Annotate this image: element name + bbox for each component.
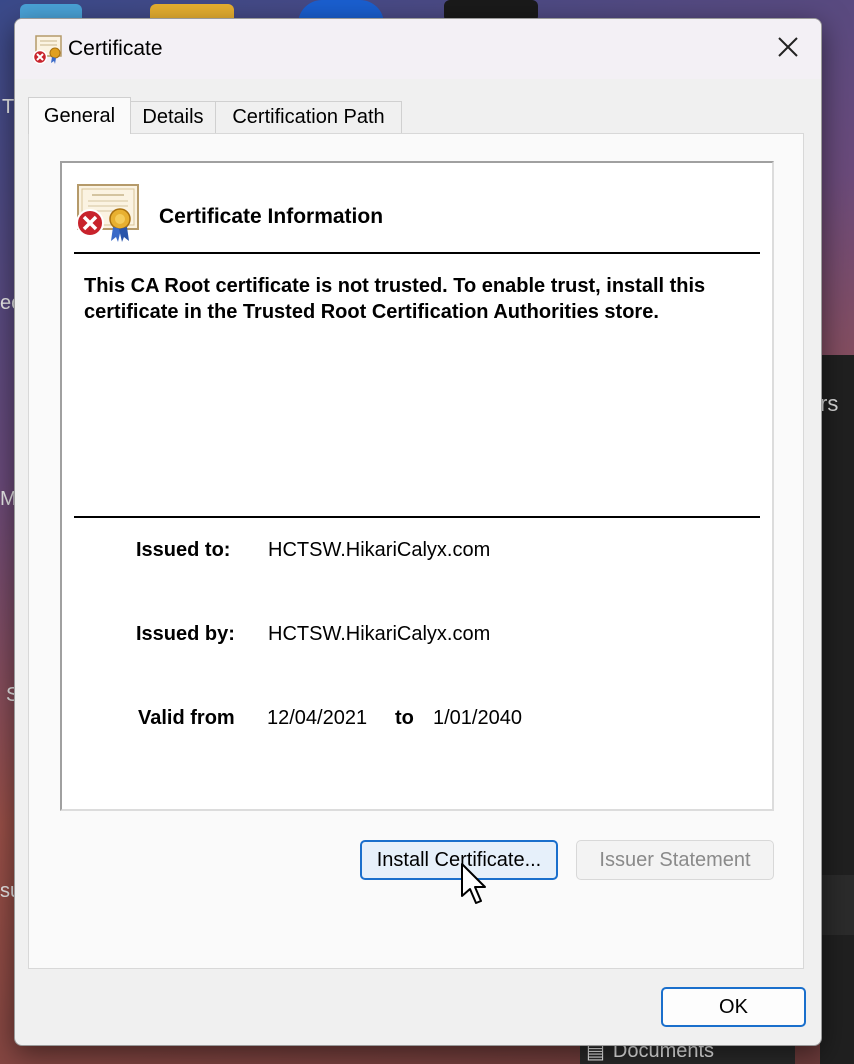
- background-window: rs: [820, 355, 854, 1064]
- background-window-block: [820, 875, 854, 935]
- divider: [74, 252, 760, 254]
- tab-panel-general: Certificate Information This CA Root cer…: [28, 133, 804, 969]
- certificate-dialog: Certificate General Details Certificatio…: [14, 18, 822, 1046]
- tab-general[interactable]: General: [28, 97, 131, 134]
- valid-from-value: 12/04/2021: [267, 707, 368, 729]
- issued-by-value: HCTSW.HikariCalyx.com: [268, 623, 491, 645]
- trust-warning-text: This CA Root certificate is not trusted.…: [84, 275, 706, 323]
- certificate-info-box: Certificate Information This CA Root cer…: [60, 161, 774, 811]
- tab-details[interactable]: Details: [130, 101, 216, 133]
- desktop-label-fragment: T: [2, 96, 15, 118]
- valid-to-value: 1/01/2040: [433, 707, 522, 729]
- close-button[interactable]: [767, 29, 809, 65]
- tab-certification-path[interactable]: Certification Path: [215, 101, 402, 133]
- tab-label: Details: [142, 106, 204, 128]
- issued-by-label: Issued by:: [136, 623, 235, 645]
- window-title: Certificate: [68, 37, 163, 60]
- mouse-pointer-icon: [461, 863, 486, 904]
- close-icon: [778, 37, 798, 57]
- tab-label: Certification Path: [232, 106, 385, 128]
- title-bar: Certificate: [15, 19, 821, 79]
- divider: [74, 516, 760, 518]
- background-window-text: rs: [820, 391, 839, 416]
- issued-to-value: HCTSW.HikariCalyx.com: [268, 539, 491, 561]
- valid-to-label: to: [395, 707, 414, 729]
- install-certificate-button[interactable]: Install Certificate...: [360, 840, 558, 880]
- certificate-icon: [76, 184, 139, 242]
- ok-button[interactable]: OK: [661, 987, 806, 1027]
- certificate-info-heading: Certificate Information: [159, 205, 384, 228]
- valid-from-label: Valid from: [138, 707, 235, 729]
- issuer-statement-button[interactable]: Issuer Statement: [576, 840, 774, 880]
- certificate-icon: [32, 35, 62, 65]
- tab-label: General: [43, 104, 116, 127]
- issued-to-label: Issued to:: [136, 539, 231, 561]
